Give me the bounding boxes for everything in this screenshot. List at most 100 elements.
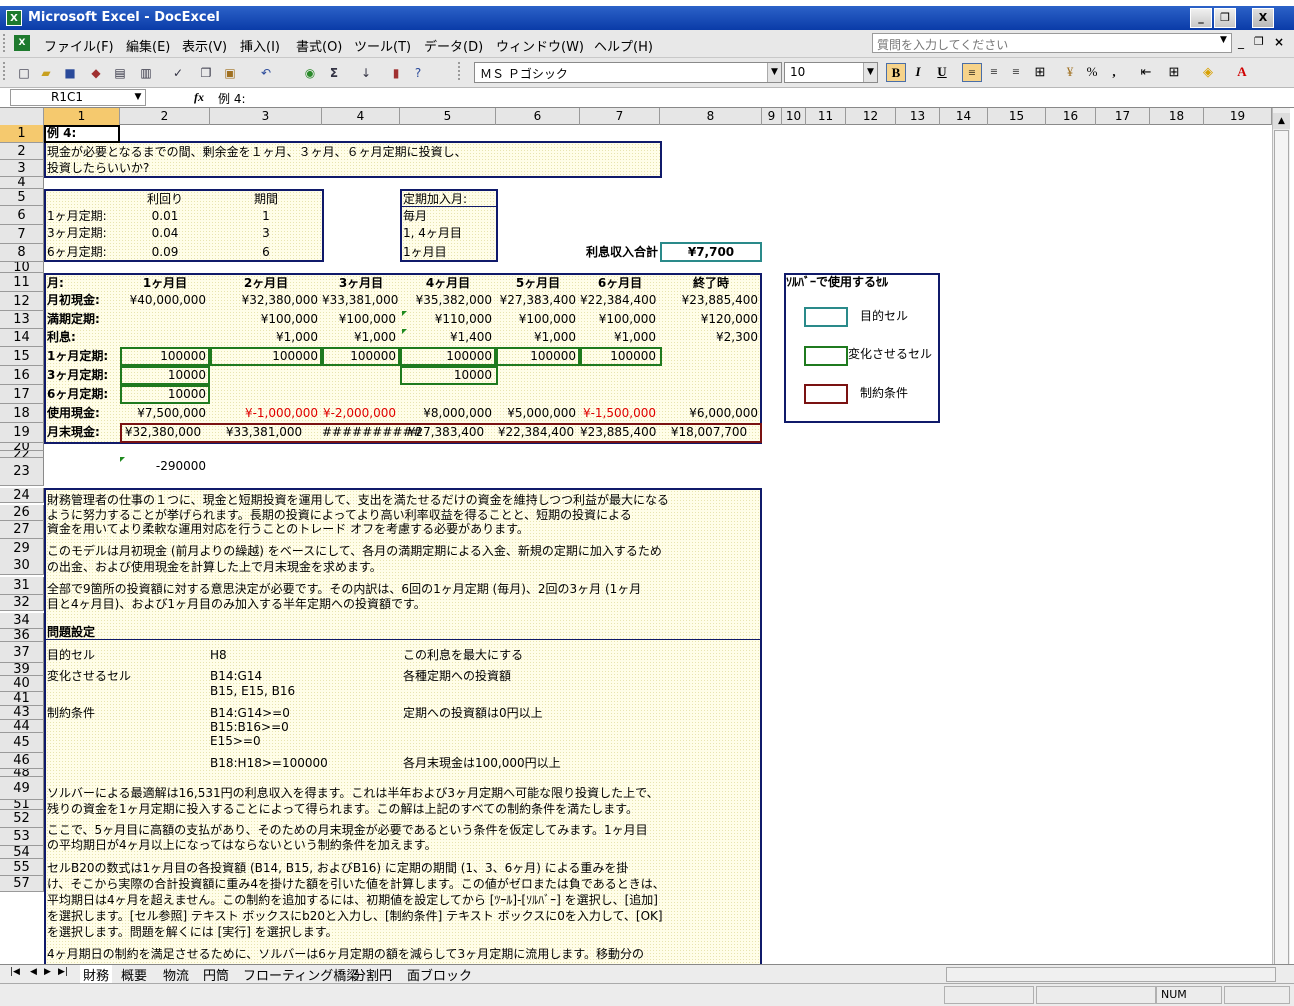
open-folder-icon[interactable]: ▰ [38,65,54,81]
setup-ref[interactable]: B18:H18>=100000 [210,755,328,772]
paragraph-line[interactable]: の平均期日が4ヶ月以上になってはならないという制約条件を加えます。 [47,837,437,854]
help-icon[interactable]: ? [410,65,426,81]
model-row-label[interactable]: 1ヶ月定期: [47,348,108,365]
hyperlink-icon[interactable]: ◉ [302,65,318,81]
setup-desc[interactable]: この利息を最大にする [403,647,523,664]
scroll-up-icon[interactable]: ▲ [1273,113,1290,129]
model-row-label[interactable]: 月初現金: [47,292,100,309]
model-cell[interactable]: 100000 [120,348,206,365]
model-cell[interactable]: ¥1,400 [400,329,492,346]
setup-desc[interactable]: 各月末現金は100,000円以上 [403,755,561,772]
row-header[interactable]: 52 [0,810,44,828]
model-cell[interactable]: ¥40,000,000 [120,292,206,309]
row-header[interactable]: 51 [0,800,44,810]
row-header[interactable]: 7 [0,225,44,244]
model-cell[interactable]: ¥18,007,700 [660,424,758,441]
problem-setup-heading[interactable]: 問題設定 [47,624,95,641]
row-header[interactable]: 3 [0,160,44,177]
model-cell[interactable]: ¥100,000 [322,311,396,328]
row-header[interactable]: 55 [0,859,44,876]
row-header[interactable]: 4 [0,177,44,189]
column-header[interactable]: 9 [762,108,782,125]
model-cell[interactable]: ¥1,000 [210,329,318,346]
paragraph-line[interactable]: を選択します。問題を解くには [実行] を選択します。 [47,924,338,941]
paragraph-line[interactable]: を選択します。[セル参照] テキスト ボックスにb20と入力し、[制約条件] テ… [47,908,663,925]
month-header[interactable]: 2ヶ月目 [210,275,322,292]
dropdown-arrow-icon[interactable]: ▼ [131,90,145,105]
row-header[interactable]: 46 [0,753,44,769]
row-header[interactable]: 17 [0,385,44,404]
model-cell[interactable]: ¥23,885,400 [580,424,656,441]
row-header[interactable]: 49 [0,777,44,800]
help-search-input[interactable]: 質問を入力してください [872,33,1232,53]
setup-desc[interactable]: 定期への投資額は0円以上 [403,705,543,722]
column-header[interactable]: 16 [1046,108,1096,125]
prev-sheet-icon[interactable]: ◀ [30,967,37,977]
month-header[interactable]: 1ヶ月目 [120,275,210,292]
row-header[interactable]: 22 [0,451,44,458]
deposit-label[interactable]: 1ヶ月定期: [47,208,107,225]
italic-button[interactable]: I [908,63,928,82]
row-header[interactable]: 1 [0,125,44,143]
print-icon[interactable]: ▤ [112,65,128,81]
paste-icon[interactable]: ▣ [222,65,238,81]
row-header[interactable]: 31 [0,577,44,595]
toolbar-grip-icon[interactable] [3,62,7,80]
description-line[interactable]: 現金が必要となるまでの間、剰余金を１ヶ月、３ヶ月、６ヶ月定期に投資し、 [47,144,467,161]
join-value[interactable]: 毎月 [403,208,427,225]
row-header[interactable]: 23 [0,458,44,486]
paragraph-line[interactable]: 資金を用いてより柔軟な運用対応を行うことのトレード オフを考慮する必要があります… [47,521,529,538]
merge-center-icon[interactable]: ⊞ [1030,63,1050,82]
name-box[interactable]: R1C1 ▼ [10,89,146,106]
setup-ref[interactable]: B15, E15, B16 [210,683,295,700]
column-header[interactable]: 10 [782,108,806,125]
interest-total-label[interactable]: 利息収入合計 [560,244,658,261]
sheet-tab[interactable]: 円筒 [200,965,232,984]
paragraph-line[interactable]: の出金、および使用現金を計算した上で月末現金を求めます。 [47,559,382,576]
rate-header[interactable]: 利回り [120,191,210,208]
join-header[interactable]: 定期加入月: [403,191,467,208]
model-row-label[interactable]: 使用現金: [47,405,100,422]
model-cell[interactable]: 100000 [210,348,318,365]
row-header[interactable]: 37 [0,642,44,663]
permission-icon[interactable]: ◆ [88,65,104,81]
column-header[interactable]: 14 [940,108,988,125]
row-header[interactable]: 26 [0,505,44,521]
bold-button[interactable]: B [886,63,906,82]
month-header[interactable]: 4ヶ月目 [400,275,496,292]
row-header[interactable]: 13 [0,311,44,329]
model-cell[interactable]: ¥27,383,400 [400,424,492,441]
new-file-icon[interactable]: □ [16,65,32,81]
model-cell[interactable]: ¥23,885,400 [660,292,758,309]
setup-ref[interactable]: H8 [210,647,227,664]
sheet-tab[interactable]: 面ブロック [404,965,475,984]
row-header[interactable]: 29 [0,539,44,559]
select-all-corner[interactable] [0,108,44,125]
model-cell[interactable]: ¥1,000 [496,329,576,346]
row-header[interactable]: 48 [0,769,44,777]
excel-app-icon[interactable]: X [6,10,22,26]
align-left-icon[interactable]: ≡ [962,63,982,82]
deposit-label[interactable]: 6ヶ月定期: [47,244,107,261]
font-color-icon[interactable]: A [1232,63,1252,82]
model-cell[interactable]: 100000 [322,348,396,365]
term-value[interactable]: 6 [210,244,322,261]
save-icon[interactable]: ■ [62,65,78,81]
undo-icon[interactable]: ↶ [258,65,274,81]
term-header[interactable]: 期間 [210,191,322,208]
column-header[interactable]: 19 [1204,108,1272,125]
first-sheet-icon[interactable]: |◀ [10,967,20,977]
paragraph-line[interactable]: 残りの資金を1ヶ月定期に投入することによって得られます。この解は上記のすべての制… [47,801,638,818]
model-cell[interactable]: ¥1,000 [580,329,656,346]
row-header[interactable]: 30 [0,557,44,575]
minimize-button[interactable]: _ [1190,8,1212,28]
paragraph-line[interactable]: ソルバーによる最適解は16,531円の利息収入を得ます。これは半年および3ヶ月定… [47,785,659,802]
model-cell[interactable]: ¥27,383,400 [496,292,576,309]
scroll-thumb[interactable] [1274,130,1289,976]
column-header[interactable]: 2 [120,108,210,125]
row-header[interactable]: 34 [0,613,44,629]
paragraph-line[interactable]: 4ヶ月期日の制約を満足させるために、ソルバーは6ヶ月定期の額を減らして3ヶ月定期… [47,946,644,963]
term-value[interactable]: 1 [210,208,322,225]
model-cell[interactable]: ¥6,000,000 [660,405,758,422]
next-sheet-icon[interactable]: ▶ [44,967,51,977]
